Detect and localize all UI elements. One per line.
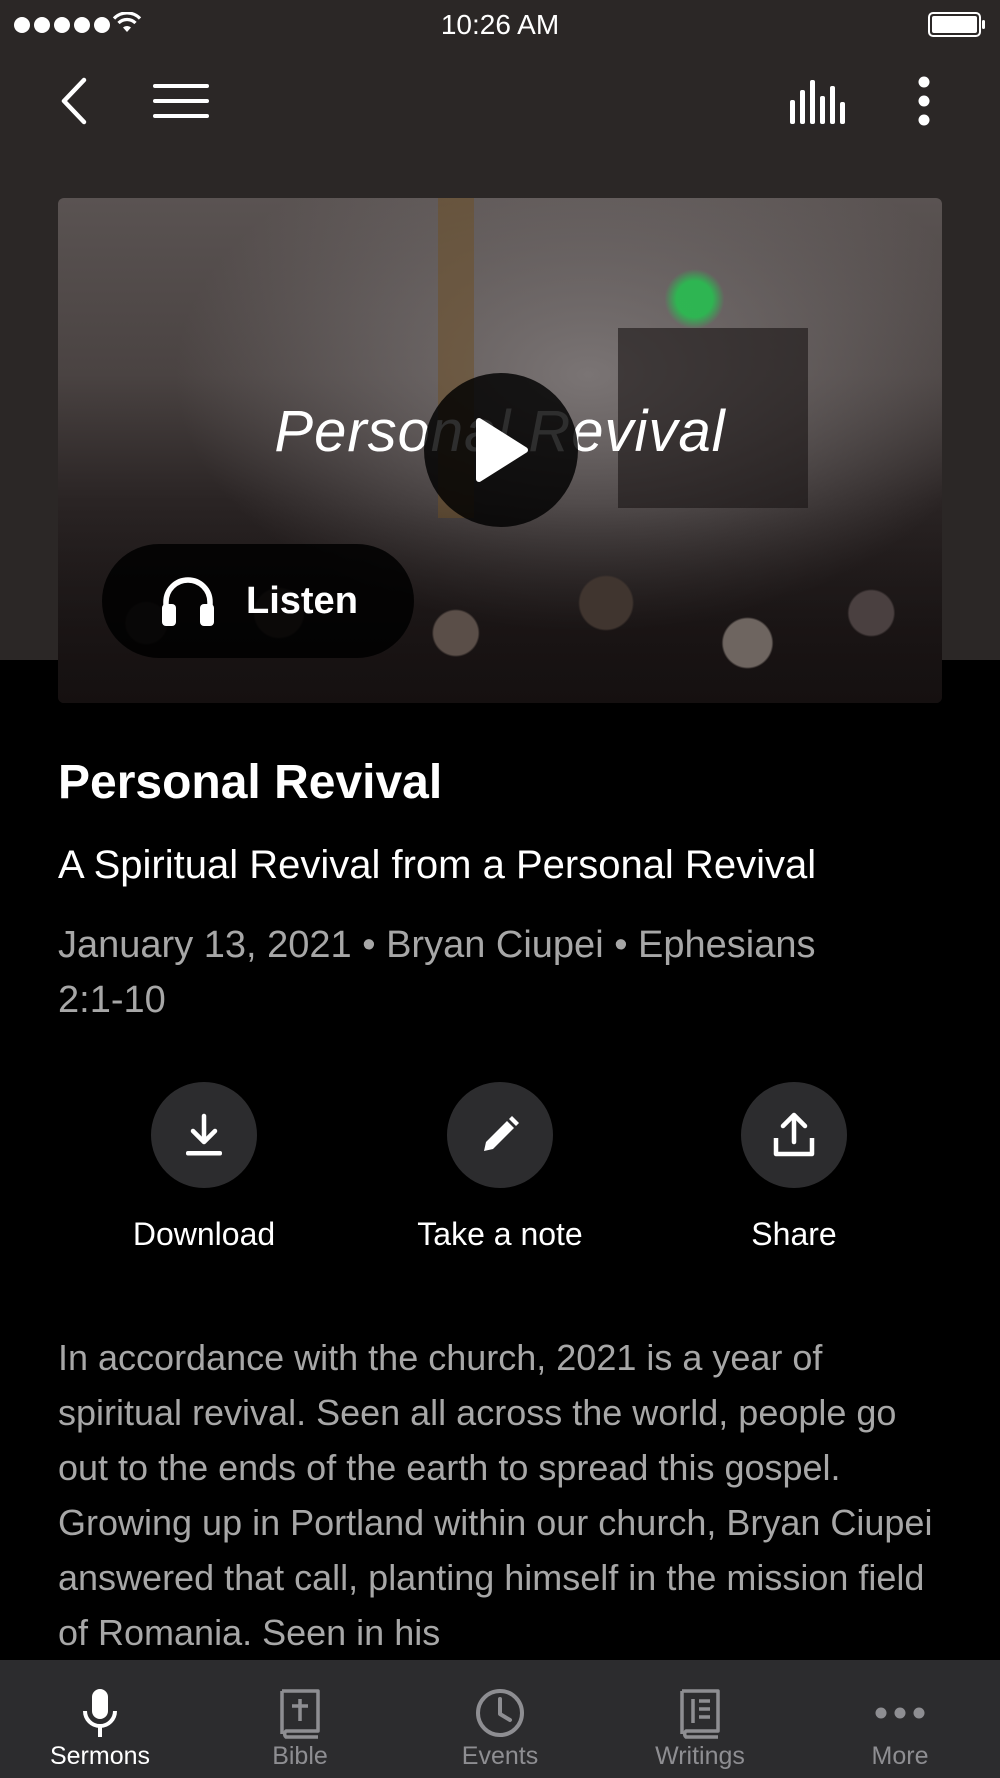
menu-button[interactable] [141,60,221,142]
share-button[interactable] [741,1082,847,1188]
more-options-button[interactable] [884,60,964,142]
tab-bible-label: Bible [272,1742,328,1770]
microphone-icon [83,1689,117,1737]
tab-events[interactable]: Events [400,1660,600,1778]
sermon-meta: January 13, 2021 • Bryan Ciupei • Ephesi… [58,924,816,1021]
download-icon [186,1113,222,1156]
navigation-bar [0,60,1000,142]
battery-icon [928,12,985,37]
download-action[interactable]: Download [74,1082,334,1253]
take-note-action[interactable]: Take a note [370,1082,630,1253]
download-label: Download [132,1216,276,1252]
sermon-title: Personal Revival [58,756,443,809]
status-bar: 10:26 AM [0,0,1000,50]
chevron-left-icon [61,77,87,125]
pencil-icon [484,1116,519,1151]
tab-sermons-label: Sermons [49,1742,151,1770]
download-button[interactable] [151,1082,257,1188]
sermon-description: In accordance with the church, 2021 is a… [58,1337,933,1653]
clock-icon [476,1689,524,1737]
play-icon [476,418,528,482]
play-button[interactable] [424,373,578,527]
tab-bible[interactable]: Bible [200,1660,400,1778]
share-action[interactable]: Share [664,1082,924,1253]
tab-more-label: More [871,1742,929,1770]
take-note-button[interactable] [447,1082,553,1188]
hamburger-menu-icon [153,84,209,118]
tab-writings-label: Writings [655,1742,745,1770]
audio-levels-button[interactable] [777,60,857,142]
share-label: Share [751,1216,837,1252]
status-time: 10:26 AM [440,9,560,40]
share-icon [773,1112,815,1157]
tab-bar: Sermons Bible Events Writings More [0,1660,1000,1778]
listen-button[interactable]: Listen [102,544,414,658]
ellipsis-icon [875,1707,925,1719]
tab-writings[interactable]: Writings [600,1660,800,1778]
tab-sermons[interactable]: Sermons [0,1660,200,1778]
sermon-video-thumbnail[interactable]: Personal Revival Listen [58,198,942,703]
tab-events-label: Events [461,1742,539,1770]
sermon-subtitle: A Spiritual Revival from a Personal Revi… [58,843,817,887]
listen-label: Listen [246,579,358,622]
tab-more[interactable]: More [800,1660,1000,1778]
back-button[interactable] [34,60,114,142]
take-note-label: Take a note [417,1216,583,1252]
bible-icon [280,1689,320,1739]
vertical-ellipsis-icon [918,76,930,126]
audio-bars-icon [790,80,845,124]
book-icon [680,1689,720,1739]
headphones-icon [162,577,214,626]
